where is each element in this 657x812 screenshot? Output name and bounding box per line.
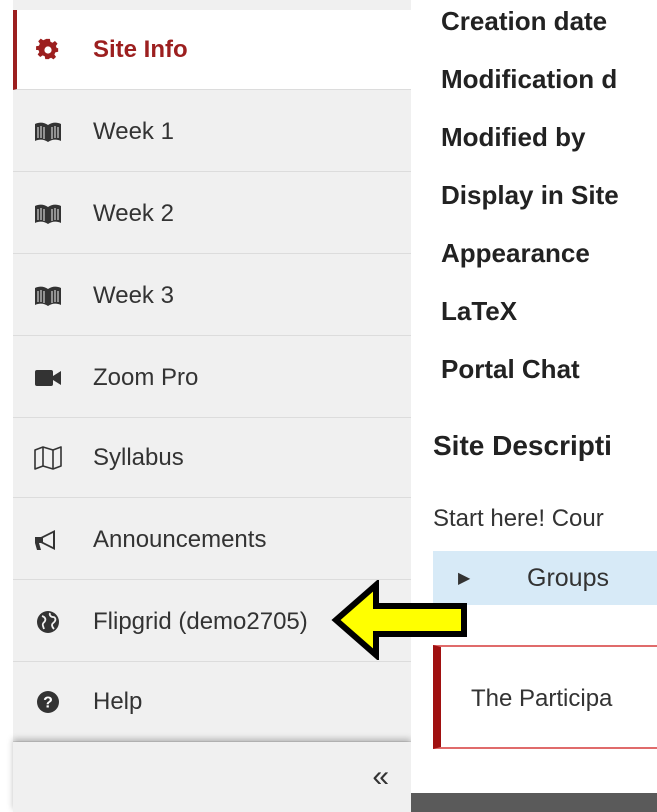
- collapse-menu-button[interactable]: «: [13, 742, 411, 812]
- tool-menu: Site Info Week 1 Week 2 Week 3 Zoom Pro …: [13, 0, 411, 812]
- sidebar-item-label: Week 3: [93, 281, 174, 309]
- sidebar-item-week-2[interactable]: Week 2: [13, 174, 411, 254]
- sidebar-item-label: Site Info: [93, 35, 188, 63]
- site-description-heading: Site Descripti: [433, 430, 612, 461]
- map-icon: [33, 443, 63, 473]
- annotation-arrow-icon: [331, 580, 467, 660]
- field-label-creation-date: Creation date: [441, 6, 608, 36]
- sidebar-item-label: Flipgrid (demo2705): [93, 607, 308, 635]
- field-label-latex: LaTeX: [441, 296, 518, 326]
- field-label-appearance: Appearance: [441, 238, 590, 268]
- sidebar-item-site-info[interactable]: Site Info: [13, 10, 411, 90]
- book-icon: [33, 281, 63, 311]
- sidebar-item-help[interactable]: ? Help: [13, 662, 411, 742]
- video-camera-icon: [33, 363, 63, 393]
- sidebar-item-label: Week 2: [93, 199, 174, 227]
- book-icon: [33, 117, 63, 147]
- sidebar-item-label: Zoom Pro: [93, 363, 199, 391]
- alert-text: The Participa: [471, 685, 613, 712]
- sidebar-item-label: Week 1: [93, 117, 174, 145]
- sidebar-item-label: Syllabus: [93, 443, 184, 471]
- question-circle-icon: ?: [33, 687, 63, 717]
- footer-bar: [411, 793, 657, 812]
- double-chevron-left-icon: «: [372, 760, 389, 793]
- field-label-modification-date: Modification d: [441, 64, 618, 94]
- field-label-modified-by: Modified by: [441, 122, 586, 152]
- sidebar-item-week-3[interactable]: Week 3: [13, 256, 411, 336]
- groups-label: Groups: [527, 563, 609, 592]
- sidebar-item-label: Help: [93, 687, 143, 715]
- sidebar-item-announcements[interactable]: Announcements: [13, 500, 411, 580]
- bullhorn-icon: [33, 525, 63, 555]
- gear-icon: [33, 35, 63, 65]
- sidebar-item-zoom-pro[interactable]: Zoom Pro: [13, 338, 411, 418]
- field-label-display-in-site: Display in Site: [441, 180, 619, 210]
- site-info-content: Creation date Modification d Modified by…: [411, 0, 657, 812]
- sidebar-item-syllabus[interactable]: Syllabus: [13, 418, 411, 498]
- svg-text:?: ?: [43, 694, 53, 711]
- participants-alert: The Participa: [433, 645, 657, 749]
- globe-icon: [33, 607, 63, 637]
- book-icon: [33, 199, 63, 229]
- sidebar-item-week-1[interactable]: Week 1: [13, 92, 411, 172]
- site-description-text: Start here! Cour: [433, 505, 604, 532]
- field-label-portal-chat: Portal Chat: [441, 354, 580, 384]
- sidebar-item-label: Announcements: [93, 525, 267, 553]
